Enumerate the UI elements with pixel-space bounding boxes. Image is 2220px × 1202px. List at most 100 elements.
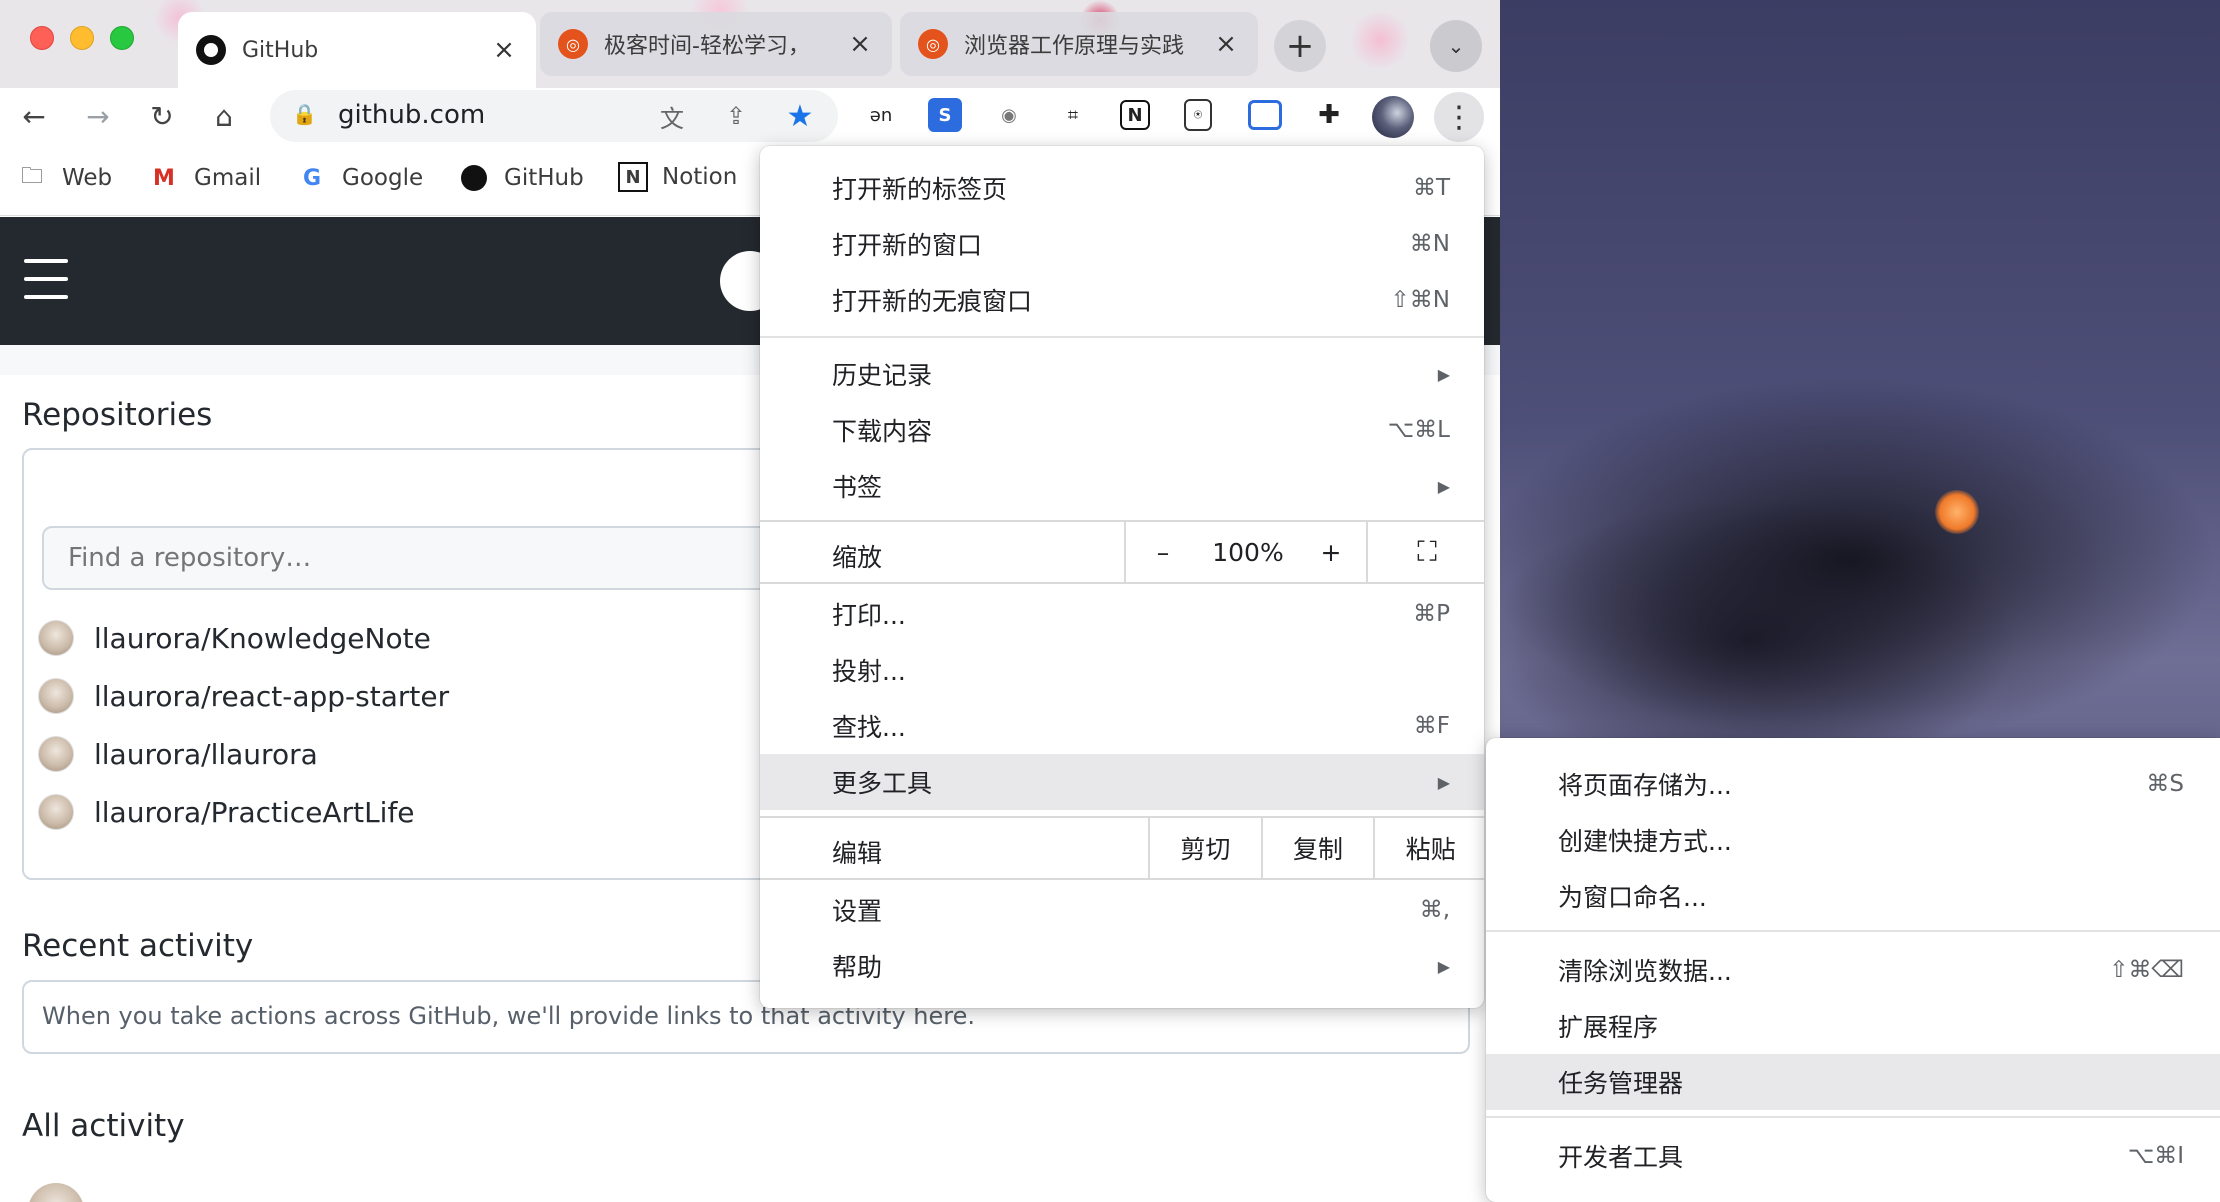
bookmark-web[interactable]: 🗀 Web xyxy=(16,162,112,194)
menu-item-bookmarks[interactable]: 书签 ▶ xyxy=(760,458,1484,514)
extensions-puzzle-icon[interactable]: ✚ xyxy=(1312,98,1346,132)
cut-button[interactable]: 剪切 xyxy=(1148,816,1261,880)
close-icon[interactable]: × xyxy=(1212,29,1240,59)
submenu-arrow-icon: ▶ xyxy=(1437,772,1450,792)
avatar xyxy=(38,678,74,714)
bookmark-label: Gmail xyxy=(194,165,262,191)
close-icon[interactable]: × xyxy=(490,35,518,65)
bookmark-gmail[interactable]: M Gmail xyxy=(148,162,261,194)
menu-item-label: 投射... xyxy=(832,657,906,686)
menu-item-task-manager[interactable]: 任务管理器 xyxy=(1486,1054,2220,1110)
new-tab-button[interactable]: + xyxy=(1274,20,1326,72)
repo-link[interactable]: llaurora/react-app-starter xyxy=(38,678,449,714)
share-icon[interactable]: ⇪ xyxy=(718,98,754,134)
all-activity-title: All activity xyxy=(22,1108,185,1144)
more-tools-submenu: 将页面存储为... ⌘S 创建快捷方式... 为窗口命名... 清除浏览数据..… xyxy=(1486,738,2220,1202)
hamburger-menu-icon[interactable] xyxy=(24,259,68,299)
menu-item-find[interactable]: 查找... ⌘F xyxy=(760,698,1484,754)
chrome-menu-button[interactable]: ⋮ xyxy=(1434,92,1484,142)
plus-icon: + xyxy=(1320,537,1342,567)
menu-item-new-tab[interactable]: 打开新的标签页 ⌘T xyxy=(760,160,1484,216)
bookmark-label: Web xyxy=(62,165,113,191)
lock-icon[interactable]: 🔒 xyxy=(292,102,317,126)
translate-icon[interactable]: 文 xyxy=(654,98,690,134)
forward-button[interactable]: → xyxy=(78,96,118,136)
home-button[interactable]: ⌂ xyxy=(204,96,244,136)
bookmark-label: Google xyxy=(342,165,424,191)
menu-item-shortcut: ⌘N xyxy=(1409,231,1450,257)
submenu-arrow-icon: ▶ xyxy=(1437,364,1450,384)
bookmark-google[interactable]: G Google xyxy=(296,162,423,194)
fullscreen-button[interactable]: ⛶ xyxy=(1366,520,1484,584)
menu-item-name-window[interactable]: 为窗口命名... xyxy=(1486,868,2220,924)
repo-link[interactable]: llaurora/PracticeArtLife xyxy=(38,794,415,830)
repo-name: llaurora/llaurora xyxy=(94,737,318,771)
menu-item-new-incognito-window[interactable]: 打开新的无痕窗口 ⇧⌘N xyxy=(760,272,1484,328)
window-zoom-button[interactable] xyxy=(110,26,134,50)
geekbang-icon: ◎ xyxy=(558,29,588,59)
bookmark-label: Notion xyxy=(662,164,738,190)
menu-item-label: 打开新的无痕窗口 xyxy=(832,287,1033,316)
menu-item-extensions[interactable]: 扩展程序 xyxy=(1486,998,2220,1054)
bookmark-star-icon[interactable]: ★ xyxy=(782,98,818,134)
menu-item-clear-browsing-data[interactable]: 清除浏览数据... ⇧⌘⌫ xyxy=(1486,942,2220,998)
avatar[interactable] xyxy=(28,1183,84,1202)
recent-activity-title: Recent activity xyxy=(22,928,254,964)
tab-github[interactable]: GitHub × xyxy=(178,12,536,88)
zoom-out-button[interactable]: – xyxy=(1124,520,1200,584)
menu-item-label: 扩展程序 xyxy=(1558,1013,1659,1042)
address-bar[interactable]: 🔒 github.com 文 ⇪ ★ xyxy=(270,90,838,142)
camera-icon[interactable]: ◉ xyxy=(992,98,1026,132)
menu-item-more-tools[interactable]: 更多工具 ▶ xyxy=(760,754,1484,810)
s-extension-icon[interactable]: S xyxy=(928,98,962,132)
avatar xyxy=(38,794,74,830)
menu-item-label: 为窗口命名... xyxy=(1558,883,1707,912)
menu-item-label: 编辑 xyxy=(832,839,883,868)
menu-item-save-page[interactable]: 将页面存储为... ⌘S xyxy=(1486,756,2220,812)
menu-item-downloads[interactable]: 下载内容 ⌥⌘L xyxy=(760,402,1484,458)
window-extension-icon[interactable] xyxy=(1248,100,1282,130)
menu-item-label: 下载内容 xyxy=(832,417,933,446)
menu-item-developer-tools[interactable]: 开发者工具 ⌥⌘I xyxy=(1486,1128,2220,1184)
profile-avatar[interactable] xyxy=(1372,96,1414,138)
copy-button[interactable]: 复制 xyxy=(1260,816,1374,880)
google-icon: G xyxy=(302,165,322,191)
tab-search-button[interactable]: ⌄ xyxy=(1430,20,1482,72)
menu-item-new-window[interactable]: 打开新的窗口 ⌘N xyxy=(760,216,1484,272)
notion-extension-icon[interactable]: N xyxy=(1120,100,1150,130)
lock-box-extension-icon[interactable]: ⍟ xyxy=(1184,99,1212,131)
fullscreen-icon: ⛶ xyxy=(1417,535,1437,568)
repo-link[interactable]: llaurora/KnowledgeNote xyxy=(38,620,431,656)
menu-item-history[interactable]: 历史记录 ▶ xyxy=(760,346,1484,402)
menu-divider xyxy=(760,336,1484,338)
menu-item-label: 任务管理器 xyxy=(1558,1069,1684,1098)
submenu-arrow-icon: ▶ xyxy=(1437,956,1450,976)
menu-item-help[interactable]: 帮助 ▶ xyxy=(760,938,1484,994)
back-button[interactable]: ← xyxy=(14,96,54,136)
window-minimize-button[interactable] xyxy=(70,26,94,50)
paste-button[interactable]: 粘贴 xyxy=(1373,816,1484,880)
menu-item-shortcut: ⌥⌘L xyxy=(1387,417,1450,443)
menu-item-cast[interactable]: 投射... xyxy=(760,642,1484,698)
menu-divider xyxy=(1486,930,2220,932)
bookmark-notion[interactable]: N Notion xyxy=(618,162,737,192)
reload-button[interactable]: ↻ xyxy=(142,96,182,136)
menu-item-label: 将页面存储为... xyxy=(1558,771,1732,800)
menu-item-print[interactable]: 打印... ⌘P xyxy=(760,586,1484,642)
close-icon[interactable]: × xyxy=(846,29,874,59)
zoom-in-button[interactable]: + xyxy=(1296,520,1366,584)
menu-item-shortcut: ⌘T xyxy=(1412,175,1450,201)
tab-geekbang[interactable]: ◎ 极客时间-轻松学习， × xyxy=(540,12,892,76)
tab-browser-principles[interactable]: ◎ 浏览器工作原理与实践 × xyxy=(900,12,1258,76)
window-close-button[interactable] xyxy=(30,26,54,50)
repo-name: llaurora/PracticeArtLife xyxy=(94,795,415,829)
menu-item-settings[interactable]: 设置 ⌘, xyxy=(760,882,1484,938)
menu-divider xyxy=(1486,1116,2220,1118)
bookmark-github[interactable]: GitHub xyxy=(458,162,584,194)
zoom-level: 100% xyxy=(1212,537,1284,567)
menu-item-create-shortcut[interactable]: 创建快捷方式... xyxy=(1486,812,2220,868)
translate-extension-icon[interactable]: ǝn xyxy=(864,98,898,132)
repo-link[interactable]: llaurora/llaurora xyxy=(38,736,318,772)
geekbang-icon: ◎ xyxy=(918,29,948,59)
screenshot-crop-icon[interactable]: ⌗ xyxy=(1056,98,1090,132)
